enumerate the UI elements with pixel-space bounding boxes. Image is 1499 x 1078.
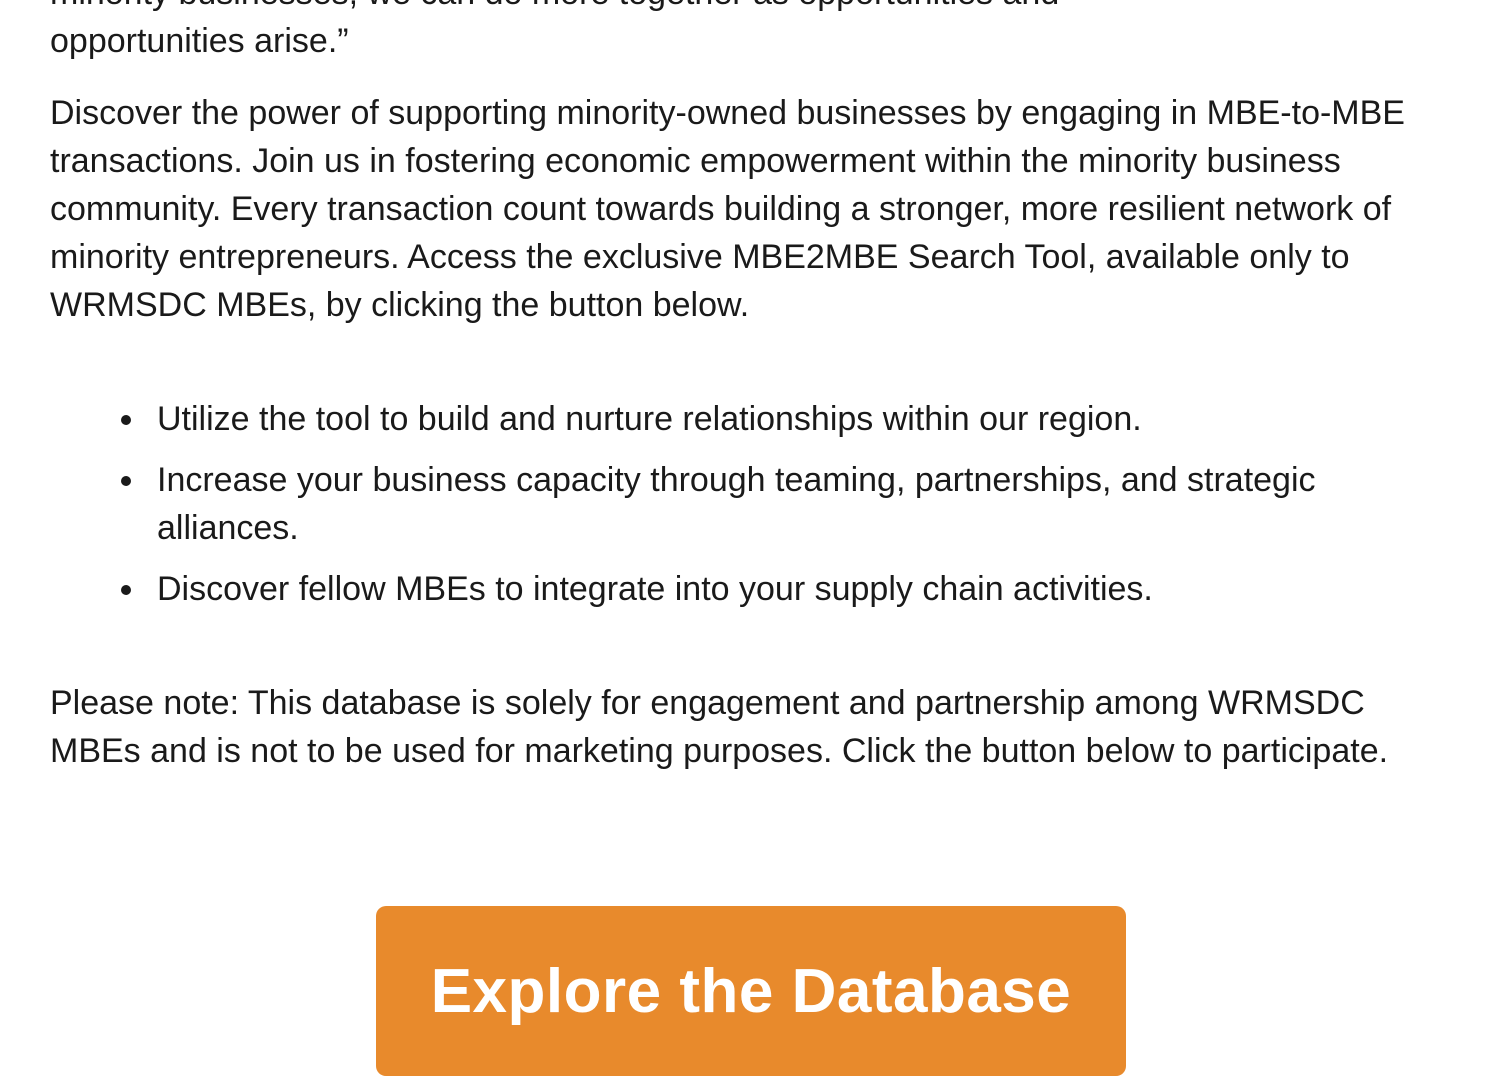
cta-container: Explore the Database (376, 906, 1126, 1076)
quote-partial-line: minority businesses, we can do more toge… (50, 0, 1450, 17)
benefit-text: Discover fellow MBEs to integrate into y… (157, 570, 1153, 608)
article-content: minority businesses, we can do more toge… (50, 0, 1450, 775)
list-item: Discover fellow MBEs to integrate into y… (121, 565, 1407, 613)
list-item: Utilize the tool to build and nurture re… (121, 395, 1407, 443)
note-paragraph: Please note: This database is solely for… (50, 684, 1389, 770)
bullet-icon (121, 476, 131, 486)
bullet-icon (121, 585, 131, 595)
benefits-list: Utilize the tool to build and nurture re… (50, 395, 1407, 613)
list-item: Increase your business capacity through … (121, 456, 1407, 552)
quote-paragraph: minority businesses, we can do more toge… (50, 0, 1450, 65)
benefit-text: Increase your business capacity through … (157, 461, 1316, 547)
explore-database-button[interactable]: Explore the Database (376, 906, 1126, 1076)
benefit-text: Utilize the tool to build and nurture re… (157, 400, 1142, 438)
intro-paragraph: Discover the power of supporting minorit… (50, 94, 1405, 324)
bullet-icon (121, 415, 131, 425)
quote-last-line: opportunities arise.” (50, 22, 349, 60)
